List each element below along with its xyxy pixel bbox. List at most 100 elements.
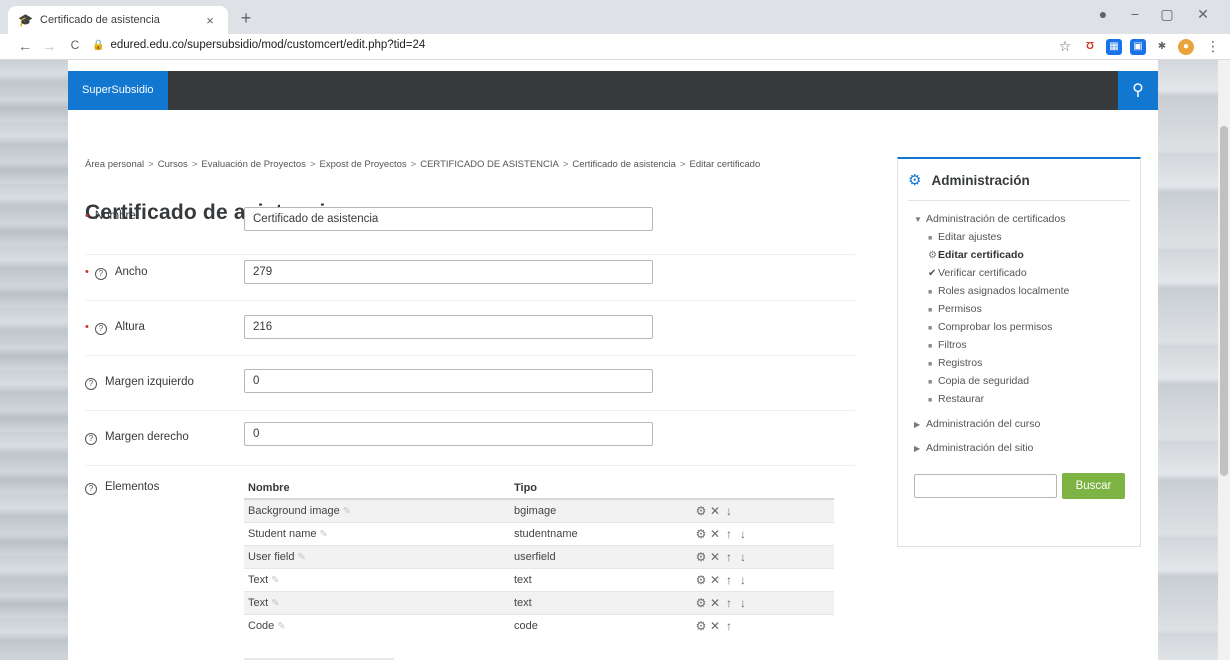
admin-block-title: ⚙ Administración	[908, 171, 1030, 189]
bullet-icon: ■	[928, 325, 933, 332]
element-name-cell: Background image ✎	[244, 498, 510, 522]
table-row: User field ✎ userfield ⚙ ✕ ↑ ↓	[244, 544, 834, 568]
breadcrumb-item[interactable]: Expost de Proyectos	[320, 159, 407, 170]
back-button[interactable]: ←	[16, 38, 34, 54]
browser-tabbar: 🎓 Certificado de asistencia × + ● − ▢ ✕	[0, 0, 1230, 34]
move-down-icon[interactable]: ↓	[736, 527, 750, 541]
admin-item-permisos[interactable]: ■ Permisos	[928, 303, 982, 315]
nombre-input[interactable]	[244, 207, 653, 231]
extension-grid-icon[interactable]: ▦	[1106, 39, 1122, 55]
edit-pencil-icon[interactable]: ✎	[320, 529, 332, 540]
breadcrumb-item[interactable]: Cursos	[158, 159, 188, 170]
close-window-button[interactable]: ✕	[1188, 6, 1218, 23]
settings-gear-icon[interactable]: ⚙	[694, 550, 708, 564]
help-icon[interactable]: ?	[85, 433, 97, 445]
edit-pencil-icon[interactable]: ✎	[271, 575, 283, 586]
move-down-icon[interactable]: ↓	[722, 504, 736, 518]
admin-item-roles[interactable]: ■ Roles asignados localmente	[928, 285, 1069, 297]
admin-item-comprobar-permisos[interactable]: ■ Comprobar los permisos	[928, 321, 1052, 333]
delete-x-icon[interactable]: ✕	[708, 619, 722, 633]
settings-gear-icon[interactable]: ⚙	[694, 573, 708, 587]
reload-button[interactable]: C	[66, 38, 84, 52]
move-up-icon[interactable]: ↑	[722, 573, 736, 587]
user-avatar-icon[interactable]: ●	[1178, 39, 1194, 55]
bookmark-star-icon[interactable]: ☆	[1056, 38, 1074, 55]
url-field[interactable]: 🔒 edured.edu.co/supersubsidio/mod/customc…	[92, 39, 425, 51]
admin-item-editar-certificado[interactable]: ⚙Editar certificado	[928, 249, 1024, 261]
help-icon[interactable]: ?	[94, 268, 107, 280]
edit-pencil-icon[interactable]: ✎	[271, 598, 283, 609]
delete-x-icon[interactable]: ✕	[708, 504, 722, 518]
admin-search-input[interactable]	[914, 474, 1057, 498]
move-up-icon[interactable]: ↑	[722, 550, 736, 564]
breadcrumb-item[interactable]: Área personal	[85, 159, 144, 170]
breadcrumb: Área personal > Cursos > Evaluación de Proye…	[85, 159, 760, 170]
admin-item-label: Filtros	[938, 339, 967, 351]
element-name: Background image	[248, 504, 340, 517]
delete-x-icon[interactable]: ✕	[708, 596, 722, 610]
extension-zoom-icon[interactable]: ▣	[1130, 39, 1146, 55]
move-up-icon[interactable]: ↑	[722, 527, 736, 541]
move-down-icon[interactable]: ↓	[736, 596, 750, 610]
breadcrumb-item[interactable]: Certificado de asistencia	[572, 159, 676, 170]
delete-x-icon[interactable]: ✕	[708, 573, 722, 587]
browser-menu-icon[interactable]: ⋮	[1204, 38, 1222, 55]
settings-gear-icon[interactable]: ⚙	[694, 527, 708, 541]
tree-node-curso[interactable]: ▶ Administración del curso	[914, 418, 1040, 430]
help-icon[interactable]: ?	[85, 483, 97, 495]
forward-button[interactable]: →	[40, 38, 58, 54]
margen-derecho-input[interactable]	[244, 422, 653, 446]
delete-x-icon[interactable]: ✕	[708, 550, 722, 564]
move-down-icon[interactable]: ↓	[736, 573, 750, 587]
vertical-scrollbar[interactable]	[1218, 60, 1230, 660]
element-name: Code	[248, 619, 275, 632]
ancho-input[interactable]	[244, 260, 653, 284]
address-bar: ← → C 🔒 edured.edu.co/supersubsidio/mod/c…	[0, 34, 1230, 60]
minimize-button[interactable]: −	[1120, 6, 1150, 22]
breadcrumb-item[interactable]: Evaluación de Proyectos	[201, 159, 306, 170]
move-up-icon[interactable]: ↑	[722, 619, 736, 633]
settings-gear-icon[interactable]: ⚙	[694, 619, 708, 633]
page-background-right	[1158, 60, 1218, 660]
buscar-button[interactable]: Buscar	[1062, 473, 1125, 499]
admin-item-verificar-certificado[interactable]: ✔ Verificar certificado	[928, 267, 1027, 279]
browser-tab[interactable]: 🎓 Certificado de asistencia ×	[8, 6, 228, 34]
admin-item-restaurar[interactable]: ■ Restaurar	[928, 393, 984, 405]
new-tab-button[interactable]: +	[236, 8, 256, 29]
tree-node-sitio[interactable]: ▶ Administración del sitio	[914, 442, 1033, 454]
edit-pencil-icon[interactable]: ✎	[297, 552, 309, 563]
help-icon[interactable]: ?	[94, 323, 107, 335]
help-icon[interactable]: ?	[85, 378, 97, 390]
margen-izquierdo-input[interactable]	[244, 369, 653, 393]
move-down-icon[interactable]: ↓	[736, 550, 750, 564]
breadcrumb-separator: >	[148, 159, 154, 170]
settings-gear-icon[interactable]: ⚙	[694, 504, 708, 518]
tree-node-certificados[interactable]: ▼ Administración de certificados	[914, 213, 1065, 225]
actions-cell: ⚙ ✕ ↑ ↓	[690, 544, 834, 568]
move-up-icon[interactable]: ↑	[722, 596, 736, 610]
scrollbar-thumb[interactable]	[1220, 126, 1228, 476]
tab-close-icon[interactable]: ×	[202, 13, 218, 28]
admin-item-editar-ajustes[interactable]: ■ Editar ajustes	[928, 231, 1002, 243]
extension-pocket-icon[interactable]: Ʊ	[1082, 39, 1098, 55]
breadcrumb-item[interactable]: CERTIFICADO DE ASISTENCIA	[420, 159, 559, 170]
edit-pencil-icon[interactable]: ✎	[277, 621, 289, 632]
site-brand-link[interactable]: SuperSubsidio	[68, 71, 168, 110]
elementos-label: ? Elementos	[85, 481, 159, 495]
maximize-button[interactable]: ▢	[1152, 6, 1182, 23]
admin-item-copia-seguridad[interactable]: ■ Copia de seguridad	[928, 375, 1029, 387]
admin-item-registros[interactable]: ■ Registros	[928, 357, 982, 369]
breadcrumb-separator: >	[191, 159, 198, 170]
extensions-puzzle-icon[interactable]: ✱	[1154, 39, 1170, 55]
element-type: bgimage	[510, 498, 690, 522]
element-name: User field	[248, 550, 295, 563]
settings-gear-icon[interactable]: ⚙	[694, 596, 708, 610]
edit-pencil-icon[interactable]: ✎	[343, 506, 355, 517]
delete-x-icon[interactable]: ✕	[708, 527, 722, 541]
search-icon[interactable]: ⚲	[1118, 71, 1158, 110]
element-type: code	[510, 613, 690, 637]
admin-item-filtros[interactable]: ■ Filtros	[928, 339, 967, 351]
altura-input[interactable]	[244, 315, 653, 339]
profile-icon[interactable]: ●	[1088, 6, 1118, 22]
ancho-label-text: Ancho	[114, 266, 148, 278]
